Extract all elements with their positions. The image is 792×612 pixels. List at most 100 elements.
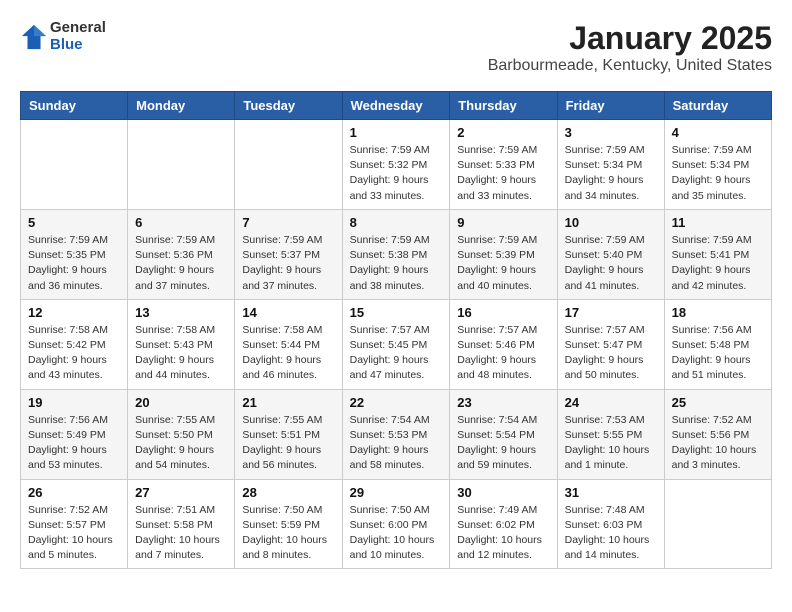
day-number: 6 — [135, 215, 227, 230]
day-number: 7 — [242, 215, 334, 230]
day-number: 22 — [350, 395, 443, 410]
day-number: 8 — [350, 215, 443, 230]
calendar-cell: 13Sunrise: 7:58 AM Sunset: 5:43 PM Dayli… — [128, 299, 235, 389]
day-info: Sunrise: 7:58 AM Sunset: 5:42 PM Dayligh… — [28, 323, 120, 384]
day-info: Sunrise: 7:56 AM Sunset: 5:49 PM Dayligh… — [28, 413, 120, 474]
week-row-2: 5Sunrise: 7:59 AM Sunset: 5:35 PM Daylig… — [21, 209, 772, 299]
calendar-cell: 29 Sunrise: 7:50 AM Sunset: 6:00 PM Dayli… — [342, 479, 450, 569]
day-info: Sunrise: 7:59 AM Sunset: 5:32 PM Dayligh… — [350, 143, 443, 204]
calendar-cell: 21 Sunrise: 7:55 AM Sunset: 5:51 PM Dayli… — [235, 389, 342, 479]
logo-blue-text: Blue — [50, 37, 106, 54]
day-number: 3 — [565, 125, 657, 140]
calendar-cell: 30Sunrise: 7:49 AM Sunset: 6:02 PM Dayli… — [450, 479, 557, 569]
day-number: 23 — [457, 395, 549, 410]
calendar-cell: 17 Sunrise: 7:57 AM Sunset: 5:47 PM Dayli… — [557, 299, 664, 389]
week-row-1: 1 Sunrise: 7:59 AM Sunset: 5:32 PM Daylig… — [21, 120, 772, 210]
day-info: Sunrise: 7:55 AM Sunset: 5:51 PM Dayligh… — [242, 413, 334, 474]
day-number: 2 — [457, 125, 549, 140]
calendar-cell: 3Sunrise: 7:59 AM Sunset: 5:34 PM Daylig… — [557, 120, 664, 210]
day-info: Sunrise: 7:59 AM Sunset: 5:33 PM Dayligh… — [457, 143, 549, 204]
day-number: 16 — [457, 305, 549, 320]
day-number: 19 — [28, 395, 120, 410]
day-number: 21 — [242, 395, 334, 410]
day-info: Sunrise: 7:51 AM Sunset: 5:58 PM Dayligh… — [135, 503, 227, 564]
day-number: 5 — [28, 215, 120, 230]
day-number: 14 — [242, 305, 334, 320]
calendar-cell: 25 Sunrise: 7:52 AM Sunset: 5:56 PM Dayli… — [664, 389, 771, 479]
calendar-cell: 10 Sunrise: 7:59 AM Sunset: 5:40 PM Dayli… — [557, 209, 664, 299]
day-info: Sunrise: 7:55 AM Sunset: 5:50 PM Dayligh… — [135, 413, 227, 474]
day-number: 10 — [565, 215, 657, 230]
calendar-cell — [21, 120, 128, 210]
day-info: Sunrise: 7:56 AM Sunset: 5:48 PM Dayligh… — [672, 323, 764, 384]
weekday-header-tuesday: Tuesday — [235, 92, 342, 120]
day-info: Sunrise: 7:59 AM Sunset: 5:38 PM Dayligh… — [350, 233, 443, 294]
calendar-cell: 31 Sunrise: 7:48 AM Sunset: 6:03 PM Dayli… — [557, 479, 664, 569]
day-number: 12 — [28, 305, 120, 320]
day-number: 1 — [350, 125, 443, 140]
week-row-5: 26 Sunrise: 7:52 AM Sunset: 5:57 PM Dayli… — [21, 479, 772, 569]
day-info: Sunrise: 7:57 AM Sunset: 5:47 PM Dayligh… — [565, 323, 657, 384]
day-number: 28 — [242, 485, 334, 500]
day-info: Sunrise: 7:52 AM Sunset: 5:56 PM Dayligh… — [672, 413, 764, 474]
day-number: 30 — [457, 485, 549, 500]
logo-icon — [20, 23, 48, 51]
day-number: 18 — [672, 305, 764, 320]
calendar-cell: 27Sunrise: 7:51 AM Sunset: 5:58 PM Dayli… — [128, 479, 235, 569]
calendar-cell: 18 Sunrise: 7:56 AM Sunset: 5:48 PM Dayli… — [664, 299, 771, 389]
weekday-header-sunday: Sunday — [21, 92, 128, 120]
day-number: 26 — [28, 485, 120, 500]
calendar-cell: 20Sunrise: 7:55 AM Sunset: 5:50 PM Dayli… — [128, 389, 235, 479]
day-number: 25 — [672, 395, 764, 410]
logo-text: General Blue — [50, 20, 106, 53]
day-info: Sunrise: 7:54 AM Sunset: 5:53 PM Dayligh… — [350, 413, 443, 474]
page-header: General Blue January 2025 Barbourmeade, … — [20, 20, 772, 75]
calendar-cell: 9 Sunrise: 7:59 AM Sunset: 5:39 PM Daylig… — [450, 209, 557, 299]
day-info: Sunrise: 7:54 AM Sunset: 5:54 PM Dayligh… — [457, 413, 549, 474]
weekday-header-monday: Monday — [128, 92, 235, 120]
day-number: 13 — [135, 305, 227, 320]
calendar-cell: 5Sunrise: 7:59 AM Sunset: 5:35 PM Daylig… — [21, 209, 128, 299]
day-info: Sunrise: 7:59 AM Sunset: 5:41 PM Dayligh… — [672, 233, 764, 294]
location-title: Barbourmeade, Kentucky, United States — [488, 57, 772, 75]
day-info: Sunrise: 7:52 AM Sunset: 5:57 PM Dayligh… — [28, 503, 120, 564]
day-number: 4 — [672, 125, 764, 140]
calendar-cell: 22 Sunrise: 7:54 AM Sunset: 5:53 PM Dayli… — [342, 389, 450, 479]
calendar-cell: 7 Sunrise: 7:59 AM Sunset: 5:37 PM Daylig… — [235, 209, 342, 299]
week-row-4: 19 Sunrise: 7:56 AM Sunset: 5:49 PM Dayli… — [21, 389, 772, 479]
calendar-cell: 8 Sunrise: 7:59 AM Sunset: 5:38 PM Daylig… — [342, 209, 450, 299]
day-number: 15 — [350, 305, 443, 320]
day-number: 29 — [350, 485, 443, 500]
calendar-cell: 16 Sunrise: 7:57 AM Sunset: 5:46 PM Dayli… — [450, 299, 557, 389]
calendar-table: SundayMondayTuesdayWednesdayThursdayFrid… — [20, 91, 772, 569]
calendar-cell: 23 Sunrise: 7:54 AM Sunset: 5:54 PM Dayli… — [450, 389, 557, 479]
day-info: Sunrise: 7:59 AM Sunset: 5:40 PM Dayligh… — [565, 233, 657, 294]
day-info: Sunrise: 7:59 AM Sunset: 5:39 PM Dayligh… — [457, 233, 549, 294]
day-number: 9 — [457, 215, 549, 230]
day-info: Sunrise: 7:53 AM Sunset: 5:55 PM Dayligh… — [565, 413, 657, 474]
day-info: Sunrise: 7:58 AM Sunset: 5:44 PM Dayligh… — [242, 323, 334, 384]
day-info: Sunrise: 7:50 AM Sunset: 6:00 PM Dayligh… — [350, 503, 443, 564]
day-info: Sunrise: 7:59 AM Sunset: 5:34 PM Dayligh… — [672, 143, 764, 204]
day-info: Sunrise: 7:48 AM Sunset: 6:03 PM Dayligh… — [565, 503, 657, 564]
calendar-cell: 26 Sunrise: 7:52 AM Sunset: 5:57 PM Dayli… — [21, 479, 128, 569]
weekday-header-saturday: Saturday — [664, 92, 771, 120]
day-number: 24 — [565, 395, 657, 410]
calendar-cell: 11 Sunrise: 7:59 AM Sunset: 5:41 PM Dayli… — [664, 209, 771, 299]
calendar-cell: 28Sunrise: 7:50 AM Sunset: 5:59 PM Dayli… — [235, 479, 342, 569]
month-title: January 2025 — [488, 20, 772, 57]
calendar-cell — [664, 479, 771, 569]
day-info: Sunrise: 7:59 AM Sunset: 5:37 PM Dayligh… — [242, 233, 334, 294]
day-info: Sunrise: 7:57 AM Sunset: 5:46 PM Dayligh… — [457, 323, 549, 384]
calendar-cell: 4 Sunrise: 7:59 AM Sunset: 5:34 PM Daylig… — [664, 120, 771, 210]
week-row-3: 12 Sunrise: 7:58 AM Sunset: 5:42 PM Dayli… — [21, 299, 772, 389]
calendar-cell: 1 Sunrise: 7:59 AM Sunset: 5:32 PM Daylig… — [342, 120, 450, 210]
day-number: 11 — [672, 215, 764, 230]
weekday-header-friday: Friday — [557, 92, 664, 120]
calendar-cell: 14 Sunrise: 7:58 AM Sunset: 5:44 PM Dayli… — [235, 299, 342, 389]
day-number: 17 — [565, 305, 657, 320]
logo-general-text: General — [50, 20, 106, 37]
title-block: January 2025 Barbourmeade, Kentucky, Uni… — [488, 20, 772, 75]
calendar-cell — [235, 120, 342, 210]
day-number: 31 — [565, 485, 657, 500]
